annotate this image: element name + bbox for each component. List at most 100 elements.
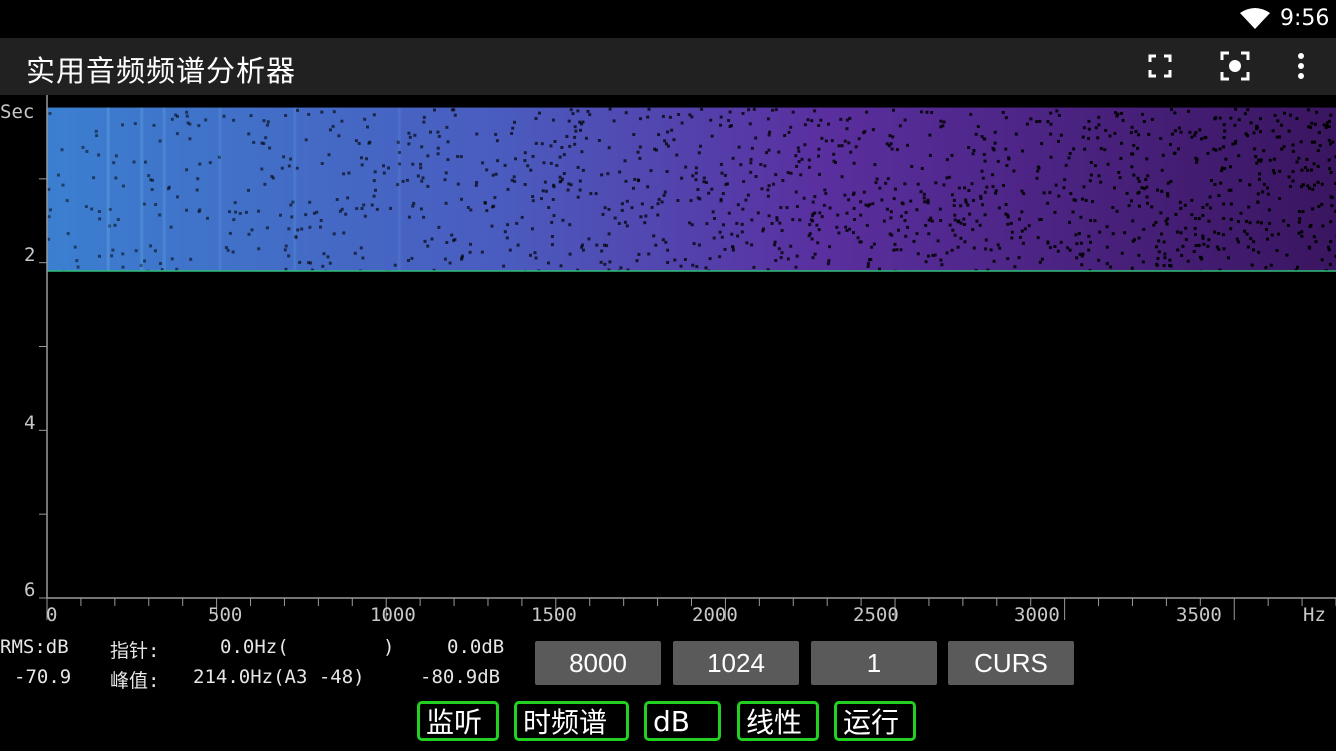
spectrogram-speck: [586, 109, 590, 113]
db-toggle[interactable]: dB: [644, 701, 721, 741]
spectrogram-speck: [1327, 125, 1331, 129]
spectrogram-speck: [1109, 265, 1113, 269]
spectrogram-speck: [496, 159, 500, 163]
spectrogram-speck: [405, 178, 409, 182]
spectrogram-plot[interactable]: Sec 2 4 6 0 500 1000 1500 2000 2500 3000…: [0, 95, 1336, 631]
spectrogram-speck: [747, 108, 751, 112]
more-vert-icon[interactable]: [1283, 48, 1319, 84]
spectrogram-speck: [1006, 257, 1010, 261]
spectrogram-speck: [847, 141, 851, 145]
linear-toggle[interactable]: 线性: [737, 701, 819, 741]
sample-rate-button[interactable]: 8000: [535, 641, 661, 685]
spectrogram-speck: [892, 108, 895, 112]
spectrogram-speck: [1259, 117, 1262, 121]
spectrogram-speck: [820, 215, 824, 219]
spectrogram-speck: [845, 211, 849, 215]
spectrogram-speck: [506, 187, 510, 191]
spectrogram-speck: [749, 157, 753, 161]
spectrogram-speck: [1089, 161, 1093, 164]
spectrogram-speck: [552, 183, 556, 187]
spectrogram-speck: [1194, 131, 1198, 134]
spectrogram-speck: [632, 186, 635, 190]
spectrogram-speck: [723, 247, 727, 251]
spectrogram-speck: [1193, 133, 1197, 137]
spectrogram-speck: [1328, 262, 1332, 266]
spectrogram-speck: [906, 143, 909, 147]
spectrogram-speck: [1217, 194, 1221, 197]
spectrogram-speck: [922, 196, 926, 200]
spectrogram-speck: [170, 257, 174, 261]
spectrogram-speck: [931, 253, 935, 257]
average-button[interactable]: 1: [811, 641, 937, 685]
spectrogram-speck: [742, 180, 746, 183]
spectrogram-speck: [185, 208, 188, 212]
spectrogram-speck: [1075, 242, 1079, 246]
spectrogram-speck: [666, 248, 670, 252]
spectrogram-speck: [580, 245, 584, 249]
monitor-toggle[interactable]: 监听: [417, 701, 499, 741]
fullscreen-icon[interactable]: [1142, 48, 1178, 84]
screenshot-icon[interactable]: [1217, 48, 1253, 84]
spectrogram-speck: [355, 207, 359, 211]
spectrogram-speck: [697, 151, 701, 155]
spectrogram-speck: [1087, 119, 1091, 123]
spectrogram-speck: [710, 134, 714, 138]
spectrogram-speck: [113, 223, 117, 227]
spectrogram-speck: [520, 215, 524, 219]
spectrogram-speck: [422, 215, 426, 219]
spectrogram-speck: [494, 132, 498, 136]
spectrogram-speck: [939, 258, 943, 262]
spectrogram-speck: [1206, 244, 1210, 248]
fft-size-button[interactable]: 1024: [673, 641, 799, 685]
spectrogram-speck: [1266, 186, 1270, 190]
spectrogram-speck: [1018, 235, 1022, 239]
spectrogram-speck: [594, 192, 598, 196]
spectrogram-speck: [529, 253, 532, 257]
spectrogram-speck: [1083, 147, 1087, 151]
spectrogram-speck: [541, 189, 545, 193]
spectrogram-speck: [891, 135, 895, 139]
spectrogram-speck: [335, 198, 339, 201]
spectrogram-speck: [1297, 231, 1301, 235]
spectrogram-toggle[interactable]: 时频谱: [514, 701, 629, 741]
spectrogram-speck: [1130, 266, 1134, 270]
cursor-button[interactable]: CURS: [948, 641, 1074, 685]
spectrogram-speck: [888, 232, 892, 236]
spectrogram-speck: [1097, 115, 1101, 119]
spectrogram-speck: [111, 248, 115, 252]
spectrogram-speck: [49, 208, 52, 212]
spectrogram-speck: [1327, 138, 1331, 142]
spectrogram-speck: [680, 121, 684, 125]
spectrogram-speck: [1057, 113, 1061, 117]
spectrogram-speck: [1259, 158, 1263, 162]
spectrogram-speck: [332, 232, 336, 236]
spectrogram-speck: [437, 225, 441, 229]
spectrogram-speck: [232, 218, 236, 222]
spectrogram-speck: [346, 196, 350, 200]
spectrogram-speck: [552, 214, 556, 218]
spectrogram-speck: [984, 247, 987, 251]
spectrogram-speck: [153, 249, 157, 253]
spectrogram-speck: [930, 219, 934, 223]
spectrogram-speck: [777, 247, 781, 251]
run-toggle[interactable]: 运行: [834, 701, 916, 741]
spectrogram-speck: [679, 264, 683, 268]
spectrogram-canvas[interactable]: [0, 95, 1336, 631]
spectrogram-speck: [1237, 118, 1241, 122]
spectrogram-speck: [1255, 127, 1259, 131]
spectrogram-speck: [1229, 202, 1233, 206]
spectrogram-speck: [884, 181, 888, 185]
spectrogram-speck: [945, 158, 949, 162]
spectrogram-speck: [1136, 176, 1140, 180]
spectrogram-speck: [773, 243, 777, 247]
spectrogram-speck: [387, 166, 390, 170]
spectrogram-speck: [848, 227, 852, 231]
spectrogram-speck: [456, 182, 460, 186]
spectrogram-speck: [296, 108, 299, 112]
spectrogram-speck: [353, 251, 357, 255]
spectrogram-speck: [1157, 250, 1161, 254]
spectrogram-speck: [963, 240, 967, 244]
spectrogram-speck: [362, 203, 366, 207]
spectrogram-speck: [1205, 203, 1209, 207]
spectrogram-speck: [158, 139, 162, 143]
